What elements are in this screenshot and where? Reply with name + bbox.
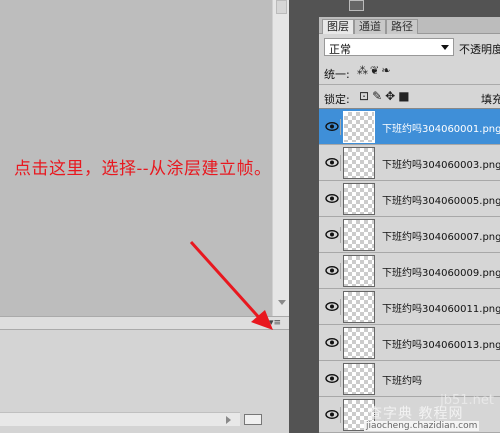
layer-name[interactable]: 下班约吗304060009.png bbox=[382, 264, 500, 279]
visibility-eye-icon[interactable] bbox=[323, 155, 341, 171]
unify-position-icon[interactable]: ⁂ bbox=[357, 64, 370, 77]
unify-style-icon[interactable]: ❧ bbox=[381, 64, 392, 77]
layer-name[interactable]: 下班约吗304060003.png bbox=[382, 156, 500, 171]
layer-thumbnail bbox=[343, 111, 375, 143]
layer-thumbnail bbox=[343, 183, 375, 215]
layer-row[interactable]: 下班约吗304060003.png bbox=[319, 145, 500, 181]
visibility-eye-icon[interactable] bbox=[323, 407, 341, 423]
blend-mode-select[interactable]: 正常 bbox=[324, 38, 454, 56]
lock-icons[interactable]: ⊡✎✥■ bbox=[359, 89, 413, 103]
panel-header bbox=[319, 0, 500, 17]
canvas-area: ▾≡ bbox=[0, 0, 289, 433]
resize-grip-icon[interactable] bbox=[244, 414, 262, 425]
layer-name[interactable]: 下班约吗304060013.png bbox=[382, 336, 500, 351]
layer-thumbnail bbox=[343, 147, 375, 179]
scrollbar-thumb[interactable] bbox=[276, 0, 287, 14]
layer-thumbnail bbox=[343, 219, 375, 251]
layer-row[interactable]: 下班约吗 bbox=[319, 361, 500, 397]
watermark-bottom: jiaocheng.chazidian.com bbox=[364, 421, 480, 431]
divider bbox=[319, 84, 500, 85]
layer-thumbnail bbox=[343, 255, 375, 287]
layer-name[interactable]: 下班约吗304060011.png bbox=[382, 300, 500, 315]
visibility-eye-icon[interactable] bbox=[323, 299, 341, 315]
visibility-eye-icon[interactable] bbox=[323, 335, 341, 351]
panel-tabs: 图层 通道 路径 bbox=[319, 17, 500, 34]
chevron-down-icon bbox=[441, 45, 449, 50]
layer-row[interactable]: 下班约吗304060013.png bbox=[319, 325, 500, 361]
fill-label: 填充 bbox=[481, 93, 500, 106]
horizontal-scrollbar[interactable] bbox=[0, 412, 240, 426]
lock-move-icon[interactable]: ✥ bbox=[385, 89, 398, 103]
tab-paths[interactable]: 路径 bbox=[386, 19, 418, 34]
animation-panel bbox=[0, 330, 289, 433]
layer-row[interactable]: 下班约吗304060011.png bbox=[319, 289, 500, 325]
layer-thumbnail bbox=[343, 291, 375, 323]
layer-name[interactable]: 下班约吗304060007.png bbox=[382, 228, 500, 243]
layer-row[interactable]: 下班约吗304060007.png bbox=[319, 217, 500, 253]
lock-brush-icon[interactable]: ✎ bbox=[372, 89, 385, 103]
layer-row[interactable]: 下班约吗304060001.png bbox=[319, 109, 500, 145]
layer-name[interactable]: 下班约吗304060001.png bbox=[382, 120, 500, 135]
layer-thumbnail bbox=[343, 327, 375, 359]
opacity-label: 不透明度 bbox=[459, 43, 500, 56]
layers-panel: 图层 通道 路径 正常 不透明度 统一: ⁂❦❧ 锁定: ⊡✎✥■ 填充 下班约… bbox=[319, 0, 500, 433]
tutorial-annotation: 点击这里，选择--从涂层建立帧。 bbox=[14, 159, 272, 179]
layers-list: 下班约吗304060001.png 下班约吗304060003.png 下班约吗… bbox=[319, 108, 500, 433]
visibility-eye-icon[interactable] bbox=[323, 119, 341, 135]
layer-row[interactable]: 下班约吗304060005.png bbox=[319, 181, 500, 217]
panel-collapse-icon[interactable] bbox=[349, 0, 364, 11]
workspace-gap bbox=[289, 0, 319, 433]
visibility-eye-icon[interactable] bbox=[323, 191, 341, 207]
layer-thumbnail bbox=[343, 363, 375, 395]
unify-icons[interactable]: ⁂❦❧ bbox=[357, 64, 392, 77]
visibility-eye-icon[interactable] bbox=[323, 227, 341, 243]
lock-transparent-icon[interactable]: ⊡ bbox=[359, 89, 372, 103]
layer-row[interactable]: 下班约吗304060009.png bbox=[319, 253, 500, 289]
pointer-arrow-icon bbox=[189, 240, 273, 330]
site-watermark: jb51.net 查字典 教程网 jiaocheng.chazidian.com bbox=[364, 393, 500, 433]
watermark-mid: 查字典 教程网 bbox=[368, 406, 464, 422]
visibility-eye-icon[interactable] bbox=[323, 263, 341, 279]
lock-all-icon[interactable]: ■ bbox=[398, 89, 412, 103]
tab-layers[interactable]: 图层 bbox=[322, 19, 354, 34]
layer-name[interactable]: 下班约吗 bbox=[382, 372, 422, 387]
lock-label: 锁定: bbox=[324, 93, 350, 106]
unify-label: 统一: bbox=[324, 68, 350, 81]
layer-name[interactable]: 下班约吗304060005.png bbox=[382, 192, 500, 207]
tab-channels[interactable]: 通道 bbox=[354, 19, 386, 34]
visibility-eye-icon[interactable] bbox=[323, 371, 341, 387]
blend-mode-value: 正常 bbox=[329, 43, 351, 56]
scroll-right-arrow-icon[interactable] bbox=[226, 416, 231, 424]
unify-visibility-icon[interactable]: ❦ bbox=[370, 64, 381, 77]
